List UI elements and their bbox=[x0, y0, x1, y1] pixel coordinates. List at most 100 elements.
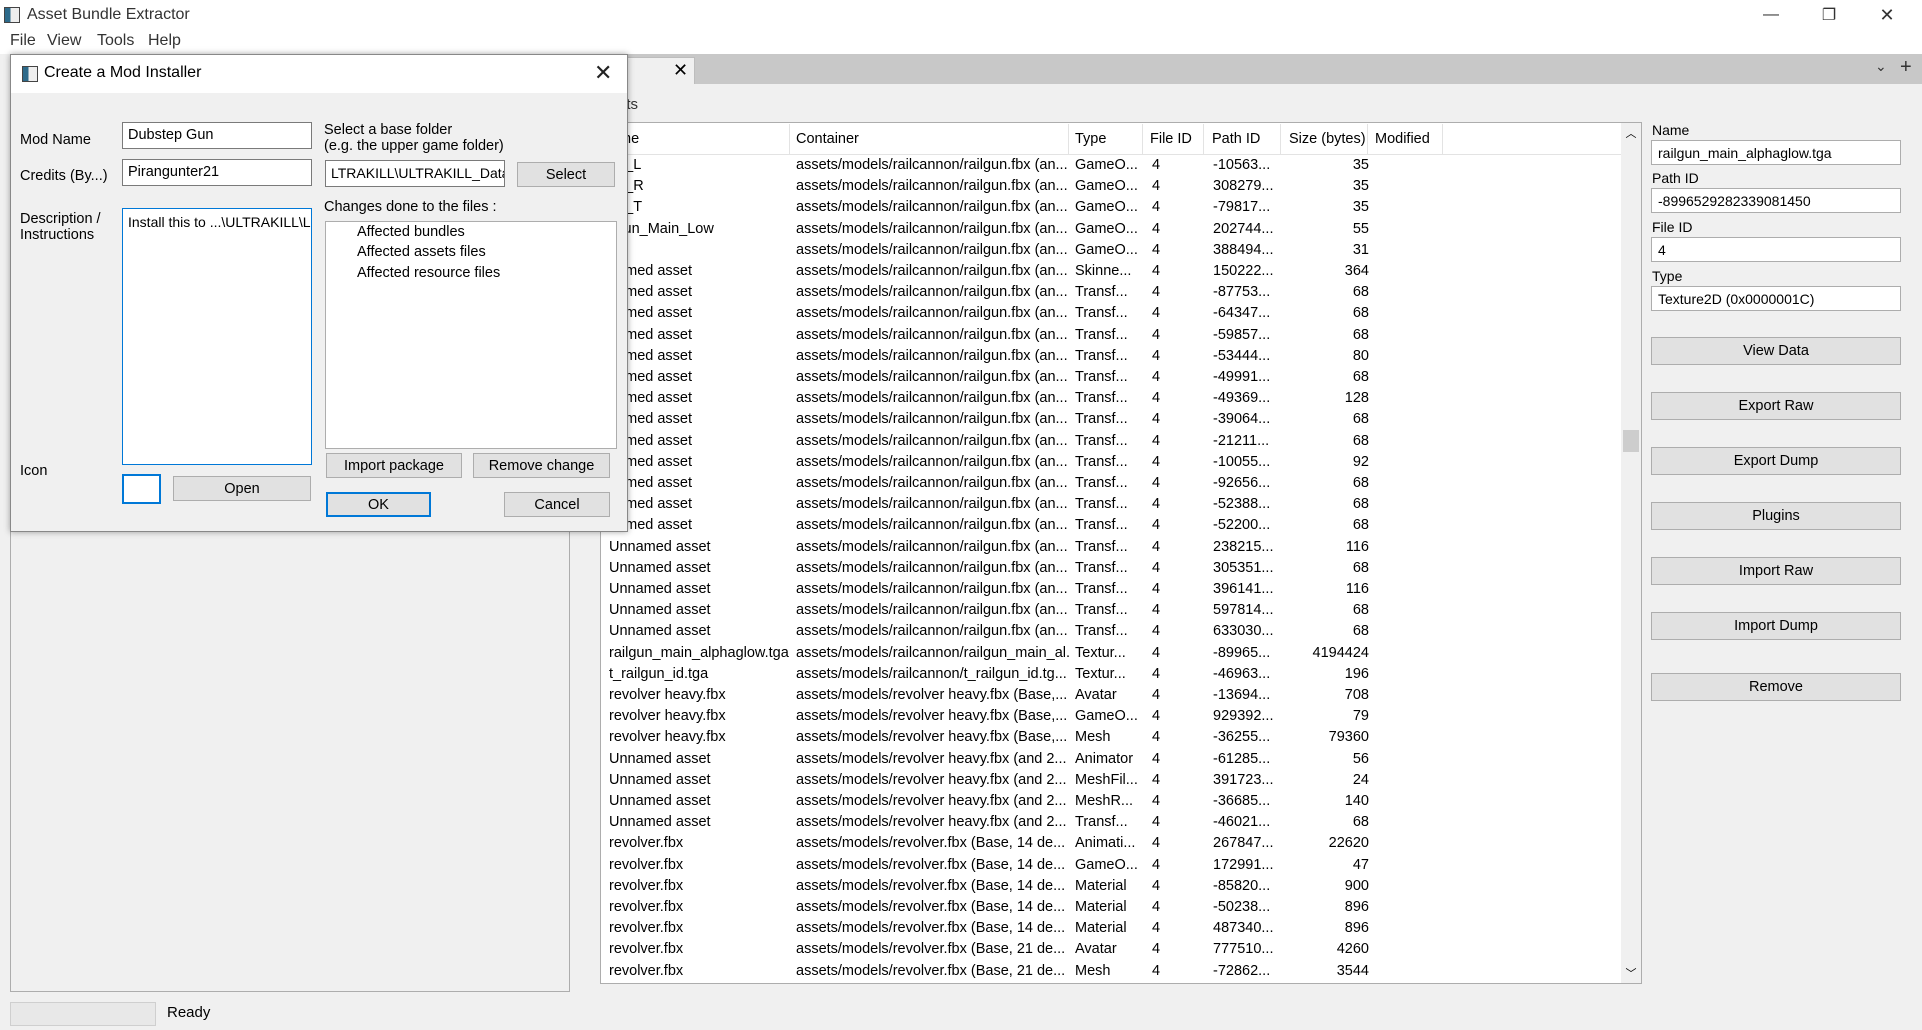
export-dump-button[interactable]: Export Dump bbox=[1651, 447, 1901, 475]
column-header-modified[interactable]: Modified bbox=[1375, 131, 1430, 147]
cell-size: 896 bbox=[1344, 899, 1369, 915]
cell-size: 128 bbox=[1344, 390, 1369, 407]
table-row[interactable]: revolver heavy.fbx assets/models/revolver… bbox=[601, 706, 1621, 727]
scroll-up-arrow-icon[interactable]: ︿ bbox=[1621, 124, 1641, 144]
description-textarea[interactable]: Install this to ...\ULTRAKILL\L bbox=[122, 208, 312, 465]
tab-close-icon[interactable]: ✕ bbox=[673, 60, 688, 81]
close-button[interactable]: ✕ bbox=[1858, 0, 1916, 30]
table-row[interactable]: Unnamed asset assets/models/revolver heav… bbox=[601, 770, 1621, 791]
table-row[interactable]: ng_L assets/models/railcannon/railgun.fbx… bbox=[601, 155, 1621, 176]
column-header-size[interactable]: Size (bytes) bbox=[1289, 131, 1366, 147]
tab-list-dropdown-icon[interactable]: ⌄ bbox=[1875, 58, 1887, 75]
cell-container: assets/models/railcannon/railgun.fbx (an… bbox=[796, 517, 1068, 534]
cell-file-id: 4 bbox=[1152, 538, 1161, 555]
tree-item-affected-resources[interactable]: Affected resource files bbox=[357, 265, 500, 281]
icon-label: Icon bbox=[20, 463, 48, 479]
table-row[interactable]: Unnamed asset assets/models/railcannon/ra… bbox=[601, 621, 1621, 642]
table-row[interactable]: named asset assets/models/railcannon/rail… bbox=[601, 515, 1621, 536]
path-id-field[interactable]: -8996529282339081450 bbox=[1651, 188, 1901, 213]
open-icon-button[interactable]: Open bbox=[173, 476, 311, 501]
table-row[interactable]: named asset assets/models/railcannon/rail… bbox=[601, 303, 1621, 324]
table-row[interactable]: t_railgun_id.tga assets/models/railcannon… bbox=[601, 664, 1621, 685]
menu-help[interactable]: Help bbox=[148, 32, 181, 50]
import-raw-button[interactable]: Import Raw bbox=[1651, 557, 1901, 585]
table-row[interactable]: Unnamed asset assets/models/railcannon/ra… bbox=[601, 537, 1621, 558]
tree-item-affected-bundles[interactable]: Affected bundles bbox=[357, 224, 465, 240]
cancel-button[interactable]: Cancel bbox=[504, 492, 610, 517]
table-row[interactable]: revolver.fbx assets/models/revolver.fbx (… bbox=[601, 897, 1621, 918]
table-row[interactable]: named asset assets/models/railcannon/rail… bbox=[601, 282, 1621, 303]
menu-tools[interactable]: Tools bbox=[97, 32, 134, 50]
table-row[interactable]: revolver.fbx assets/models/revolver.fbx (… bbox=[601, 961, 1621, 982]
table-row[interactable]: named asset assets/models/railcannon/rail… bbox=[601, 325, 1621, 346]
column-header-container[interactable]: Container bbox=[796, 131, 859, 147]
table-row[interactable]: Unnamed asset assets/models/revolver heav… bbox=[601, 812, 1621, 833]
table-row[interactable]: named asset assets/models/railcannon/rail… bbox=[601, 346, 1621, 367]
table-row[interactable]: revolver.fbx assets/models/revolver.fbx (… bbox=[601, 876, 1621, 897]
menu-file[interactable]: File bbox=[10, 32, 36, 50]
plugins-button[interactable]: Plugins bbox=[1651, 502, 1901, 530]
import-dump-button[interactable]: Import Dump bbox=[1651, 612, 1901, 640]
cell-container: assets/models/railcannon/railgun.fbx (an… bbox=[796, 390, 1068, 407]
table-row[interactable]: revolver heavy.fbx assets/models/revolver… bbox=[601, 727, 1621, 748]
menu-view[interactable]: View bbox=[47, 32, 81, 50]
import-package-button[interactable]: Import package bbox=[326, 453, 462, 478]
table-row[interactable]: ng_R assets/models/railcannon/railgun.fbx… bbox=[601, 176, 1621, 197]
file-id-field[interactable]: 4 bbox=[1651, 237, 1901, 262]
scroll-down-arrow-icon[interactable]: ﹀ bbox=[1621, 964, 1641, 984]
table-row[interactable]: Unnamed asset assets/models/revolver heav… bbox=[601, 791, 1621, 812]
table-row[interactable]: e assets/models/railcannon/railgun.fbx (a… bbox=[601, 240, 1621, 261]
table-row[interactable]: named asset assets/models/railcannon/rail… bbox=[601, 409, 1621, 430]
select-folder-button[interactable]: Select bbox=[517, 162, 615, 187]
table-row[interactable]: named asset assets/models/railcannon/rail… bbox=[601, 452, 1621, 473]
table-row[interactable]: Unnamed asset assets/models/railcannon/ra… bbox=[601, 558, 1621, 579]
type-field[interactable]: Texture2D (0x0000001C) bbox=[1651, 286, 1901, 311]
table-row[interactable]: named asset assets/models/railcannon/rail… bbox=[601, 261, 1621, 282]
cell-name: named asset bbox=[609, 475, 693, 491]
table-row[interactable]: railgun_main_alphaglow.tga assets/models/… bbox=[601, 643, 1621, 664]
scrollbar-thumb[interactable] bbox=[1623, 430, 1639, 452]
cell-name: named asset bbox=[609, 326, 693, 343]
cell-size: 35 bbox=[1352, 157, 1369, 173]
column-header-type[interactable]: Type bbox=[1075, 131, 1106, 147]
tab-add-icon[interactable]: + bbox=[1900, 56, 1912, 79]
table-row[interactable]: revolver.fbx assets/models/revolver.fbx (… bbox=[601, 855, 1621, 876]
table-row[interactable]: Unnamed asset assets/models/railcannon/ra… bbox=[601, 579, 1621, 600]
table-row[interactable]: named asset assets/models/railcannon/rail… bbox=[601, 494, 1621, 515]
column-header-file-id[interactable]: File ID bbox=[1150, 131, 1192, 147]
remove-change-button[interactable]: Remove change bbox=[473, 453, 610, 478]
vertical-scrollbar[interactable] bbox=[1621, 123, 1641, 983]
table-row[interactable]: Unnamed asset assets/models/revolver heav… bbox=[601, 749, 1621, 770]
table-row[interactable]: named asset assets/models/railcannon/rail… bbox=[601, 473, 1621, 494]
icon-preview[interactable] bbox=[122, 474, 161, 504]
table-row[interactable]: revolver heavy.fbx assets/models/revolver… bbox=[601, 685, 1621, 706]
dialog-close-icon[interactable]: ✕ bbox=[594, 60, 612, 86]
export-raw-button[interactable]: Export Raw bbox=[1651, 392, 1901, 420]
table-row[interactable]: revolver.fbx assets/models/revolver.fbx (… bbox=[601, 939, 1621, 960]
tree-item-affected-assets[interactable]: Affected assets files bbox=[357, 244, 486, 260]
table-row[interactable]: named asset assets/models/railcannon/rail… bbox=[601, 431, 1621, 452]
cell-size: 68 bbox=[1352, 602, 1369, 619]
table-row[interactable]: revolver.fbx assets/models/revolver.fbx (… bbox=[601, 918, 1621, 939]
table-row[interactable]: ilgun_Main_Low assets/models/railcannon/r… bbox=[601, 219, 1621, 240]
credits-input[interactable]: Pirangunter21 bbox=[122, 159, 312, 186]
cell-container: assets/models/revolver.fbx (Base, 14 de.… bbox=[796, 835, 1066, 852]
view-data-button[interactable]: View Data bbox=[1651, 337, 1901, 365]
table-row[interactable]: named asset assets/models/railcannon/rail… bbox=[601, 388, 1621, 409]
maximize-button[interactable]: ❐ bbox=[1800, 0, 1858, 30]
minimize-button[interactable]: — bbox=[1742, 0, 1800, 30]
name-field[interactable]: railgun_main_alphaglow.tga bbox=[1651, 140, 1901, 165]
cell-container: assets/models/railcannon/t_railgun_id.tg… bbox=[796, 665, 1067, 682]
remove-button[interactable]: Remove bbox=[1651, 673, 1901, 701]
base-folder-input[interactable]: LTRAKILL\ULTRAKILL_Data bbox=[325, 160, 505, 187]
mod-name-input[interactable]: Dubstep Gun bbox=[122, 122, 312, 149]
column-header-path-id[interactable]: Path ID bbox=[1212, 131, 1260, 147]
ok-button[interactable]: OK bbox=[326, 492, 431, 517]
cell-file-id: 4 bbox=[1152, 581, 1161, 597]
cell-name: revolver.fbx bbox=[609, 856, 684, 873]
table-row[interactable]: named asset assets/models/railcannon/rail… bbox=[601, 367, 1621, 388]
cell-file-id: 4 bbox=[1152, 602, 1161, 619]
table-row[interactable]: ng_T assets/models/railcannon/railgun.fbx… bbox=[601, 197, 1621, 218]
table-row[interactable]: revolver.fbx assets/models/revolver.fbx (… bbox=[601, 833, 1621, 854]
table-row[interactable]: Unnamed asset assets/models/railcannon/ra… bbox=[601, 600, 1621, 621]
